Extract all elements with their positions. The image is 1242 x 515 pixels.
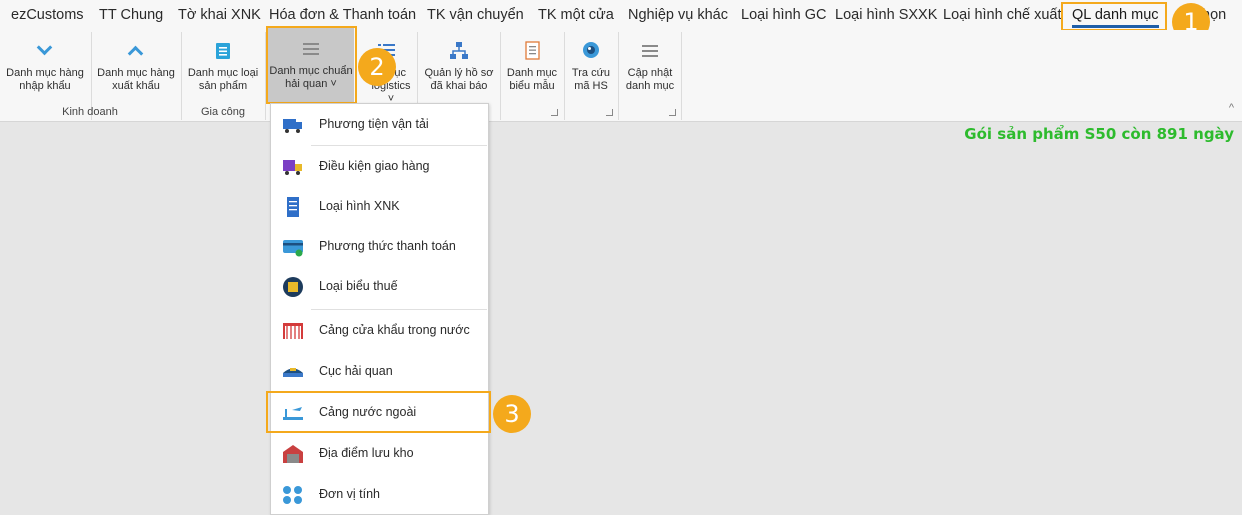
chevron-up-icon xyxy=(125,40,147,62)
credit-card-icon xyxy=(282,237,304,257)
menu-nghiep-vu-khac[interactable]: Nghiệp vụ khác xyxy=(628,5,728,25)
network-icon xyxy=(448,40,470,62)
dd-item-loai-hinh-xnk[interactable]: Loại hình XNK xyxy=(271,187,488,227)
tax-chip-icon xyxy=(282,277,304,297)
dropdown-danh-muc-chuan: Phương tiện vận tải Điều kiện giao hàng … xyxy=(270,103,489,515)
ribbon-danh-muc-hang-nhap-khau[interactable]: Danh mục hàng nhập khẩu xyxy=(2,30,88,100)
ribbon-quan-ly-ho-so[interactable]: Quản lý hồ sơ đã khai báo xyxy=(420,30,498,100)
group-label-gia-cong: Gia công xyxy=(200,106,246,118)
step-badge-2: 2 xyxy=(358,48,396,86)
highlight-danh-muc-chuan xyxy=(266,26,357,104)
menu-loai-hinh-che-xuat[interactable]: Loại hình chế xuất xyxy=(943,5,1062,25)
chevron-down-icon xyxy=(34,39,56,62)
menu-tk-van-chuyen[interactable]: TK vận chuyển xyxy=(427,5,524,25)
dd-item-phuong-thuc-thanh-toan[interactable]: Phương thức thanh toán xyxy=(271,227,488,267)
list-icon xyxy=(212,40,234,62)
menu-to-khai-xnk[interactable]: Tờ khai XNK xyxy=(178,5,261,25)
ribbon-danh-muc-hang-xuat-khau[interactable]: Danh mục hàng xuất khẩu xyxy=(93,30,179,100)
menu-tk-mot-cua[interactable]: TK một cửa xyxy=(538,5,614,25)
eye-icon xyxy=(580,40,602,62)
ribbon-danh-muc-bieu-mau[interactable]: Danh mục biểu mẫu xyxy=(503,30,561,100)
ribbon-danh-muc-loai-san-pham[interactable]: Danh mục loại sản phẩm xyxy=(183,30,263,100)
delivery-truck-icon xyxy=(282,157,304,177)
list-lines-icon xyxy=(639,40,661,62)
menu-loai-hinh-gc[interactable]: Loại hình GC xyxy=(741,5,826,25)
highlight-cang-nuoc-ngoai xyxy=(266,391,491,433)
dd-item-phuong-tien-van-tai[interactable]: Phương tiện vận tải xyxy=(271,105,488,145)
menu-ezcustoms[interactable]: ezCustoms xyxy=(11,5,84,25)
form-icon xyxy=(521,40,543,62)
truck-icon xyxy=(282,115,304,135)
ribbon-tra-cuu-ma-hs[interactable]: Tra cứu mã HS xyxy=(566,30,616,100)
menu-hoa-don[interactable]: Hóa đơn & Thanh toán xyxy=(269,5,416,25)
group-label-kinh-doanh: Kinh doanh xyxy=(62,106,118,118)
ribbon-collapse-button[interactable]: ^ xyxy=(1229,102,1234,114)
ribbon: Danh mục hàng nhập khẩu Danh mục hàng xu… xyxy=(0,28,1242,122)
dd-item-cuc-hai-quan[interactable]: Cục hải quan xyxy=(271,352,488,392)
warehouse-icon xyxy=(282,444,304,464)
document-icon xyxy=(282,197,304,217)
menu-tt-chung[interactable]: TT Chung xyxy=(99,5,163,25)
customs-cap-icon xyxy=(282,362,304,382)
step-badge-3: 3 xyxy=(493,395,531,433)
menu-bar: ezCustoms TT Chung Tờ khai XNK Hóa đơn &… xyxy=(0,0,1242,30)
dd-item-don-vi-tinh[interactable]: Đơn vị tính xyxy=(271,475,488,515)
dd-item-dieu-kien-giao-hang[interactable]: Điều kiện giao hàng xyxy=(271,147,488,187)
dd-item-loai-bieu-thue[interactable]: Loại biểu thuế xyxy=(271,267,488,307)
dd-item-dia-diem-luu-kho[interactable]: Địa điểm lưu kho xyxy=(271,434,488,474)
highlight-ql-danh-muc xyxy=(1061,2,1167,31)
dd-item-cang-cua-khau-trong-nuoc[interactable]: Cảng cửa khẩu trong nước xyxy=(271,311,488,351)
gate-icon xyxy=(282,321,304,341)
units-icon xyxy=(282,485,304,505)
subscription-status: Gói sản phẩm S50 còn 891 ngày xyxy=(964,125,1234,143)
ribbon-cap-nhat-danh-muc[interactable]: Cập nhật danh mục xyxy=(621,30,679,100)
menu-loai-hinh-sxxk[interactable]: Loại hình SXXK xyxy=(835,5,937,25)
